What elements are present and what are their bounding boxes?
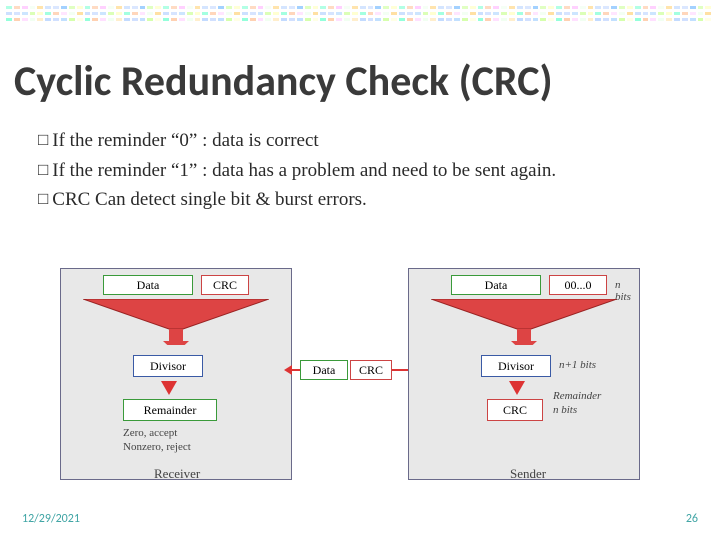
- sender-panel: Data 00...0 n bits Divisor n+1 bits CRC …: [408, 268, 640, 480]
- arrow-icon: [161, 381, 177, 395]
- arrow-icon: [509, 381, 525, 395]
- receiver-remainder-box: Remainder: [123, 399, 217, 421]
- footer-page-number: 26: [686, 512, 698, 526]
- sender-zeros-box: 00...0: [549, 275, 607, 295]
- slide-footer: 12/29/2021 26: [22, 512, 698, 526]
- bullet-3: CRC Can detect single bit & burst errors…: [38, 187, 690, 213]
- decorative-top-band: [6, 6, 714, 24]
- receiver-crc-box: CRC: [201, 275, 249, 295]
- sender-nbits-label: n bits: [615, 279, 639, 303]
- sender-crc-result-box: CRC: [487, 399, 543, 421]
- bullet-1: If the reminder “0” : data is correct: [38, 128, 690, 154]
- sender-remainder-label: Remainder: [553, 390, 601, 402]
- transfer-crc-box: CRC: [350, 360, 392, 380]
- receiver-funnel-icon: [83, 299, 269, 345]
- receiver-data-box: Data: [103, 275, 193, 295]
- sender-nbits-label-2: n bits: [553, 404, 577, 416]
- receiver-label: Receiver: [154, 466, 200, 482]
- arrow-line: [392, 369, 408, 371]
- sender-np1-label: n+1 bits: [559, 359, 596, 371]
- arrow-head-icon: [284, 365, 292, 375]
- transfer-data-box: Data: [300, 360, 348, 380]
- receiver-note-zero: Zero, accept: [123, 427, 177, 439]
- sender-divisor-box: Divisor: [481, 355, 551, 377]
- sender-funnel-icon: [431, 299, 617, 345]
- slide-title: Cyclic Redundancy Check (CRC): [14, 60, 706, 104]
- receiver-panel: Data CRC Divisor Remainder Zero, accept …: [60, 268, 292, 480]
- crc-diagram: Data CRC Divisor Remainder Zero, accept …: [60, 268, 660, 478]
- receiver-note-nonzero: Nonzero, reject: [123, 441, 191, 453]
- sender-label: Sender: [510, 466, 546, 482]
- bullet-2: If the reminder “1” : data has a problem…: [38, 158, 690, 184]
- receiver-divisor-box: Divisor: [133, 355, 203, 377]
- slide-body: If the reminder “0” : data is correct If…: [38, 128, 690, 217]
- footer-date: 12/29/2021: [22, 512, 80, 526]
- sender-data-box: Data: [451, 275, 541, 295]
